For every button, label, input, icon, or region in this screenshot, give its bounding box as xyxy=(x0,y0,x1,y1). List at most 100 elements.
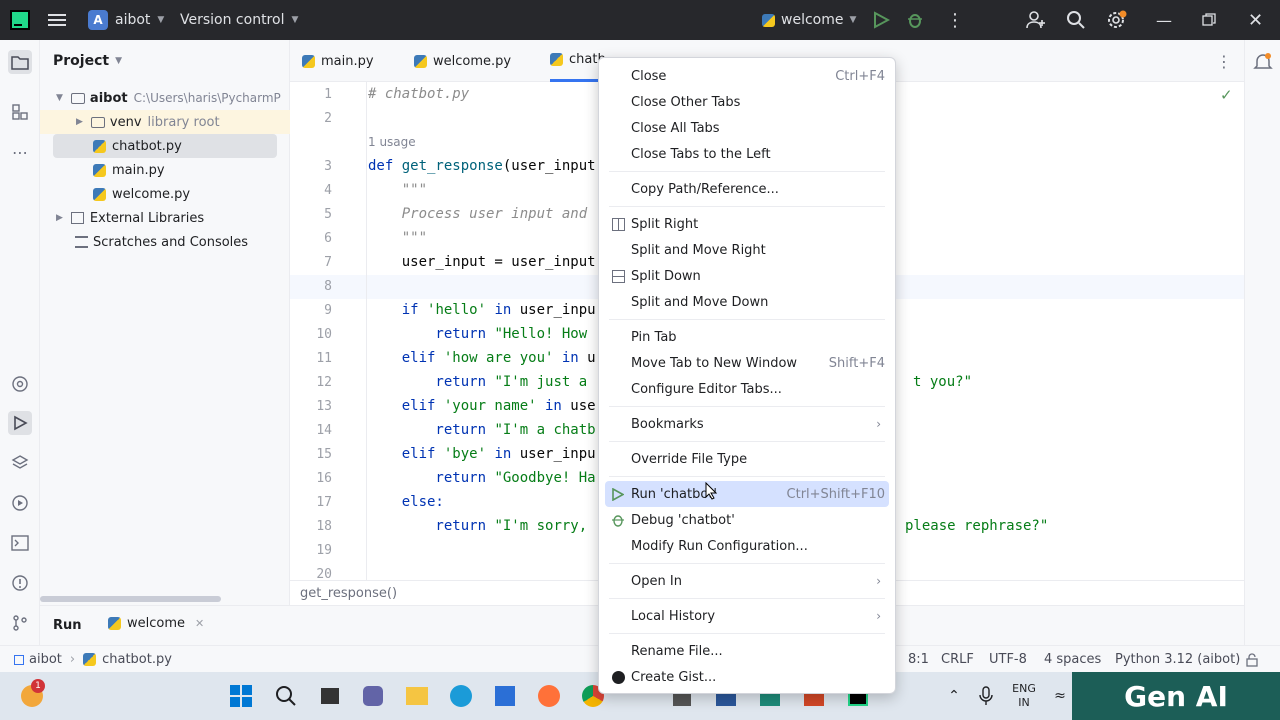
menu-item-copy-path[interactable]: Copy Path/Reference... xyxy=(605,176,889,202)
file-explorer-icon[interactable] xyxy=(403,682,431,710)
tree-item-chatbot[interactable]: chatbot.py xyxy=(53,134,277,158)
run-tab-welcome[interactable]: welcome ✕ xyxy=(108,616,204,631)
indent-setting[interactable]: 4 spaces xyxy=(1044,646,1101,673)
menu-item-local-history[interactable]: Local History › xyxy=(605,603,889,629)
microphone-icon[interactable] xyxy=(972,682,1000,710)
firefox-icon[interactable] xyxy=(535,682,563,710)
search-icon[interactable] xyxy=(1066,0,1086,40)
menu-separator xyxy=(609,171,885,172)
line-ending[interactable]: CRLF xyxy=(941,646,974,673)
caret-position[interactable]: 8:1 xyxy=(908,646,929,673)
menu-item-modify-run-config[interactable]: Modify Run Configuration... xyxy=(605,533,889,559)
settings-gear-icon[interactable] xyxy=(1106,0,1128,40)
pycharm-logo-icon[interactable] xyxy=(10,0,30,40)
menu-item-bookmarks[interactable]: Bookmarks › xyxy=(605,411,889,437)
run-config-name: welcome xyxy=(781,12,844,28)
services-icon[interactable] xyxy=(8,491,32,515)
tree-item-main[interactable]: main.py xyxy=(93,158,165,182)
more-actions-icon[interactable]: ⋮ xyxy=(946,0,964,40)
run-button[interactable] xyxy=(872,0,890,40)
tree-item-welcome[interactable]: welcome.py xyxy=(93,182,190,206)
run-tool-icon[interactable] xyxy=(8,411,32,435)
menu-item-open-in[interactable]: Open In › xyxy=(605,568,889,594)
horizontal-scrollbar[interactable] xyxy=(40,596,221,602)
no-problems-check-icon: ✓ xyxy=(1220,86,1233,104)
split-horizontal-icon xyxy=(611,269,625,283)
tab-context-menu: Close Ctrl+F4 Close Other Tabs Close All … xyxy=(598,57,896,694)
tab-main[interactable]: main.py xyxy=(302,40,374,82)
chevron-right-icon: ▶ xyxy=(76,117,83,127)
scratches-icon xyxy=(75,236,88,248)
project-panel-title[interactable]: Project ▼ xyxy=(53,49,122,73)
git-icon[interactable] xyxy=(8,611,32,635)
menu-item-split-move-down[interactable]: Split and Move Down xyxy=(605,289,889,315)
menu-item-debug-chatbot[interactable]: Debug 'chatbot' xyxy=(605,507,889,533)
wifi-icon[interactable]: ≈ xyxy=(1046,682,1074,710)
task-view-icon[interactable] xyxy=(316,682,344,710)
code-line: """ xyxy=(368,182,428,198)
more-tools-icon[interactable]: ⋯ xyxy=(8,140,32,164)
python-interpreter[interactable]: Python 3.12 (aibot) xyxy=(1115,646,1240,673)
menu-item-split-down[interactable]: Split Down xyxy=(605,263,889,289)
project-badge: A xyxy=(88,10,108,30)
edge-browser-icon[interactable] xyxy=(447,682,475,710)
run-config-selector[interactable]: welcome ▼ xyxy=(762,0,856,40)
python-file-icon xyxy=(550,53,563,66)
tree-item-scratches[interactable]: Scratches and Consoles xyxy=(75,230,248,254)
lock-icon[interactable] xyxy=(1246,646,1258,673)
minimize-icon[interactable]: — xyxy=(1156,0,1172,40)
start-windows-icon[interactable] xyxy=(227,682,255,710)
menu-item-pin-tab[interactable]: Pin Tab xyxy=(605,324,889,350)
teams-chat-icon[interactable] xyxy=(359,682,387,710)
problems-icon[interactable] xyxy=(8,571,32,595)
chevron-right-icon: › xyxy=(69,652,76,667)
menu-separator xyxy=(609,563,885,564)
debug-button[interactable] xyxy=(906,0,924,40)
tab-welcome[interactable]: welcome.py xyxy=(414,40,511,82)
left-tool-strip: ⋯ xyxy=(0,40,40,672)
menu-item-override-file-type[interactable]: Override File Type xyxy=(605,446,889,472)
run-panel-title[interactable]: Run xyxy=(53,618,82,633)
vcs-widget[interactable]: Version control ▼ xyxy=(180,0,298,40)
tree-item-external-libraries[interactable]: ▶ External Libraries xyxy=(56,206,204,230)
close-tab-icon[interactable]: ✕ xyxy=(195,617,204,630)
structure-tool-icon[interactable] xyxy=(8,100,32,124)
main-menu-icon[interactable] xyxy=(48,0,68,40)
tree-root[interactable]: ▼ aibot C:\Users\haris\PycharmP xyxy=(56,86,281,110)
menu-item-close-tabs-left[interactable]: Close Tabs to the Left xyxy=(605,141,889,167)
layers-icon[interactable] xyxy=(8,451,32,475)
menu-item-configure-editor-tabs[interactable]: Configure Editor Tabs... xyxy=(605,376,889,402)
menu-item-close-other-tabs[interactable]: Close Other Tabs xyxy=(605,89,889,115)
notifications-bell-icon[interactable] xyxy=(1253,52,1273,76)
python-console-icon[interactable] xyxy=(8,372,32,396)
store-icon[interactable] xyxy=(491,682,519,710)
language-indicator[interactable]: ENG IN xyxy=(1004,682,1044,710)
tree-item-venv[interactable]: ▶ venv library root xyxy=(40,110,290,134)
project-switcher[interactable]: A aibot ▼ xyxy=(88,0,164,40)
code-line: user_input = user_input xyxy=(368,254,596,270)
menu-item-close-all-tabs[interactable]: Close All Tabs xyxy=(605,115,889,141)
add-user-icon[interactable] xyxy=(1026,0,1046,40)
line-number: 16 xyxy=(316,471,332,486)
restore-icon[interactable] xyxy=(1202,0,1216,40)
menu-item-close[interactable]: Close Ctrl+F4 xyxy=(605,63,889,89)
close-window-icon[interactable]: ✕ xyxy=(1248,0,1263,40)
tray-overflow-icon[interactable]: ⌃ xyxy=(940,682,968,710)
taskbar-search-icon[interactable] xyxy=(272,682,300,710)
menu-separator xyxy=(609,406,885,407)
menu-item-move-tab-new-window[interactable]: Move Tab to New Window Shift+F4 xyxy=(605,350,889,376)
status-breadcrumb[interactable]: aibot › chatbot.py xyxy=(14,646,172,673)
project-tool-icon[interactable] xyxy=(8,50,32,74)
menu-item-create-gist[interactable]: Create Gist... xyxy=(605,664,889,690)
menu-item-run-chatbot[interactable]: Run 'chatbot' Ctrl+Shift+F10 xyxy=(605,481,889,507)
menu-item-split-move-right[interactable]: Split and Move Right xyxy=(605,237,889,263)
gutter-separator xyxy=(366,82,367,580)
menu-item-split-right[interactable]: Split Right xyxy=(605,211,889,237)
menu-item-rename-file[interactable]: Rename File... xyxy=(605,638,889,664)
tab-options-icon[interactable]: ⋮ xyxy=(1216,40,1232,82)
weather-icon[interactable]: 1 xyxy=(18,679,46,710)
breadcrumb-function[interactable]: get_response() xyxy=(300,586,397,601)
terminal-icon[interactable] xyxy=(8,531,32,555)
usage-hint[interactable]: 1 usage xyxy=(368,135,416,149)
file-encoding[interactable]: UTF-8 xyxy=(989,646,1027,673)
